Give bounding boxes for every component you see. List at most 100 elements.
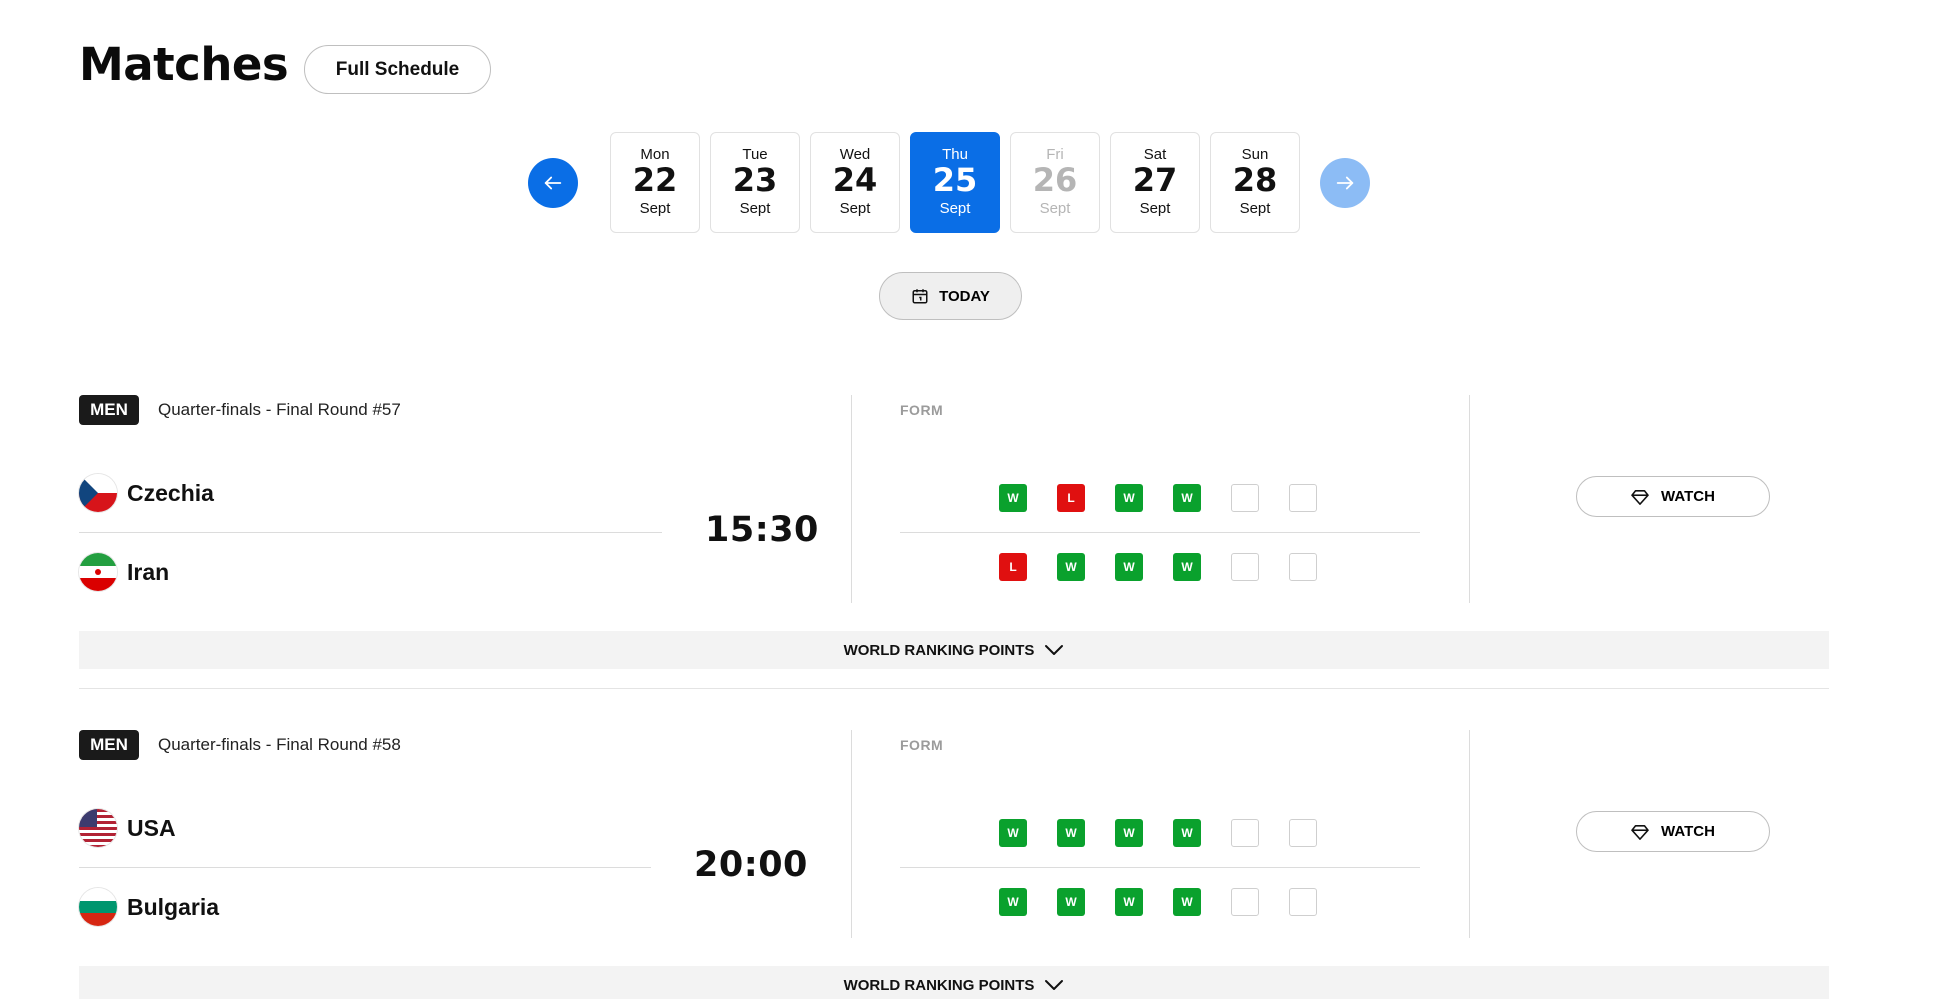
team-away[interactable]: Bulgaria	[79, 886, 219, 928]
world-ranking-points-toggle[interactable]: WORLD RANKING POINTS	[79, 966, 1829, 999]
date-card-mon[interactable]: Mon 22 Sept	[610, 132, 700, 233]
form-chip: W	[1173, 553, 1201, 581]
form-chip	[1289, 484, 1317, 512]
form-chip	[1289, 888, 1317, 916]
gender-badge: MEN	[79, 730, 139, 760]
form-chip: L	[1057, 484, 1085, 512]
date-month: Sept	[939, 200, 971, 217]
form-chip: L	[999, 553, 1027, 581]
form-row-away: W W W W	[999, 888, 1347, 916]
form-chip: W	[1115, 819, 1143, 847]
date-day: 28	[1232, 161, 1278, 199]
date-month: Sept	[639, 200, 671, 217]
iran-flag-icon	[79, 553, 117, 591]
form-chip: W	[1115, 888, 1143, 916]
team-divider	[79, 867, 651, 868]
world-ranking-points-label: WORLD RANKING POINTS	[843, 976, 1035, 994]
form-chip	[1289, 553, 1317, 581]
next-dates-button[interactable]	[1320, 158, 1370, 208]
column-divider	[1469, 395, 1470, 603]
team-home[interactable]: Czechia	[79, 472, 214, 514]
form-divider	[900, 532, 1420, 533]
form-chip: W	[1115, 484, 1143, 512]
form-chip	[1231, 484, 1259, 512]
date-month: Sept	[1039, 200, 1071, 217]
form-chip: W	[1173, 888, 1201, 916]
form-chip: W	[999, 484, 1027, 512]
match-time: 15:30	[705, 510, 819, 550]
full-schedule-button[interactable]: Full Schedule	[304, 45, 491, 94]
today-label: TODAY	[939, 287, 990, 305]
team-away[interactable]: Iran	[79, 551, 169, 593]
form-chip: W	[1173, 819, 1201, 847]
diamond-icon	[1631, 824, 1649, 840]
chevron-down-icon	[1045, 645, 1064, 655]
form-chip	[1231, 819, 1259, 847]
form-chip: W	[1057, 819, 1085, 847]
form-chip: W	[1173, 484, 1201, 512]
date-day: 24	[832, 161, 878, 199]
column-divider	[1469, 730, 1470, 938]
watch-label: WATCH	[1661, 488, 1715, 505]
match-card: MEN Quarter-finals - Final Round #57 Cze…	[0, 395, 1935, 695]
date-card-fri: Fri 26 Sept	[1010, 132, 1100, 233]
page-title: Matches	[79, 38, 289, 91]
team-divider	[79, 532, 662, 533]
team-home[interactable]: USA	[79, 807, 176, 849]
date-card-tue[interactable]: Tue 23 Sept	[710, 132, 800, 233]
today-button[interactable]: TODAY	[879, 272, 1022, 320]
date-card-wed[interactable]: Wed 24 Sept	[810, 132, 900, 233]
form-chip	[1289, 819, 1317, 847]
bulgaria-flag-icon	[79, 888, 117, 926]
form-chip: W	[999, 819, 1027, 847]
calendar-icon	[912, 289, 928, 304]
usa-flag-icon	[79, 809, 117, 847]
team-name: Iran	[127, 558, 170, 585]
team-name: Czechia	[127, 479, 214, 506]
form-label: FORM	[900, 402, 944, 418]
watch-label: WATCH	[1661, 823, 1715, 840]
column-divider	[851, 395, 852, 603]
date-month: Sept	[839, 200, 871, 217]
form-label: FORM	[900, 737, 944, 753]
date-day: 23	[732, 161, 778, 199]
column-divider	[851, 730, 852, 938]
form-chip	[1231, 553, 1259, 581]
date-day: 22	[632, 161, 678, 199]
form-chip: W	[1115, 553, 1143, 581]
arrow-right-icon	[1336, 176, 1354, 190]
form-chip: W	[999, 888, 1027, 916]
round-label: Quarter-finals - Final Round #57	[158, 400, 401, 419]
gender-badge: MEN	[79, 395, 139, 425]
diamond-icon	[1631, 489, 1649, 505]
date-day: 26	[1032, 161, 1078, 199]
date-card-thu[interactable]: Thu 25 Sept	[910, 132, 1000, 233]
form-row-home: W W W W	[999, 819, 1347, 847]
arrow-left-icon	[544, 176, 562, 190]
date-month: Sept	[1239, 200, 1271, 217]
date-month: Sept	[1139, 200, 1171, 217]
match-time: 20:00	[694, 845, 808, 885]
world-ranking-points-toggle[interactable]: WORLD RANKING POINTS	[79, 631, 1829, 669]
match-card: MEN Quarter-finals - Final Round #58 USA…	[0, 730, 1935, 999]
watch-button[interactable]: WATCH	[1576, 476, 1770, 517]
world-ranking-points-label: WORLD RANKING POINTS	[843, 641, 1035, 659]
czechia-flag-icon	[79, 474, 117, 512]
form-row-home: W L W W	[999, 484, 1347, 512]
form-divider	[900, 867, 1420, 868]
form-chip	[1231, 888, 1259, 916]
match-separator	[79, 688, 1829, 689]
date-card-sat[interactable]: Sat 27 Sept	[1110, 132, 1200, 233]
date-day: 27	[1132, 161, 1178, 199]
date-day: 25	[932, 161, 978, 199]
watch-button[interactable]: WATCH	[1576, 811, 1770, 852]
previous-dates-button[interactable]	[528, 158, 578, 208]
team-name: Bulgaria	[127, 893, 220, 920]
team-name: USA	[127, 814, 176, 841]
date-card-sun[interactable]: Sun 28 Sept	[1210, 132, 1300, 233]
form-row-away: L W W W	[999, 553, 1347, 581]
round-label: Quarter-finals - Final Round #58	[158, 735, 401, 754]
form-chip: W	[1057, 553, 1085, 581]
date-month: Sept	[739, 200, 771, 217]
chevron-down-icon	[1045, 980, 1064, 990]
